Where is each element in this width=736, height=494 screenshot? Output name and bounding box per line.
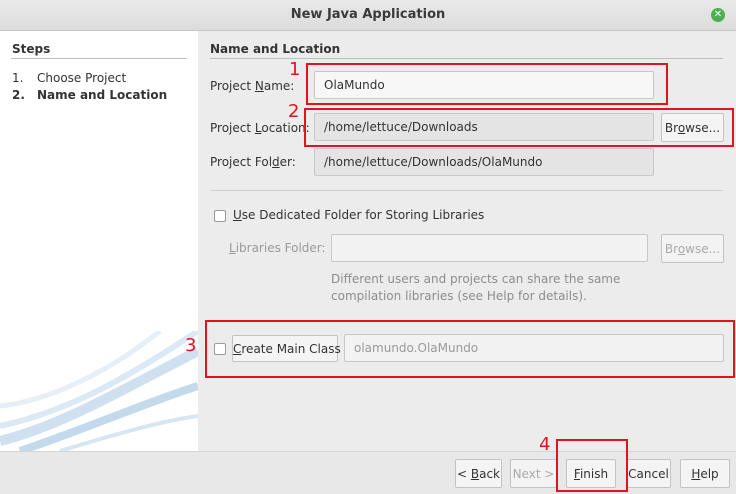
help-button[interactable]: Help <box>680 459 730 488</box>
libraries-note: Different users and projects can share t… <box>331 272 621 303</box>
annotation-number-2: 2 <box>288 101 300 122</box>
project-folder-label: Project Folder: <box>210 155 296 169</box>
section-divider <box>210 58 723 59</box>
annotation-box-3 <box>205 320 735 378</box>
dedicated-folder-label[interactable]: Use Dedicated Folder for Storing Librari… <box>233 208 484 222</box>
section-heading: Name and Location <box>210 42 341 56</box>
annotation-number-1: 1 <box>289 59 301 80</box>
step-name-and-location: 2. Name and Location <box>12 88 168 102</box>
steps-panel: Steps 1. Choose Project 2. Name and Locati… <box>0 31 198 451</box>
annotation-box-4 <box>556 439 628 492</box>
steps-divider <box>11 58 187 59</box>
back-button[interactable]: < Back <box>455 459 502 488</box>
annotation-number-3: 3 <box>185 335 197 356</box>
next-button[interactable]: Next > <box>510 459 557 488</box>
annotation-number-4: 4 <box>539 434 551 455</box>
window-title: New Java Application <box>290 7 446 22</box>
separator <box>210 190 723 191</box>
project-location-label: Project Location: <box>210 121 310 135</box>
title-bar: New Java Application ✕ <box>0 0 736 31</box>
step-choose-project: 1. Choose Project <box>12 71 127 85</box>
close-icon[interactable]: ✕ <box>711 8 725 22</box>
annotation-box-1 <box>306 63 668 105</box>
libraries-folder-label: Libraries Folder: <box>229 241 326 255</box>
project-folder-input[interactable]: /home/lettuce/Downloads/OlaMundo <box>314 148 654 176</box>
project-name-label: Project Name: <box>210 79 295 93</box>
libraries-folder-input[interactable] <box>331 234 648 262</box>
wizard-graphic <box>0 331 198 451</box>
libraries-browse-button[interactable]: Browse... <box>661 234 724 263</box>
cancel-button[interactable]: Cancel <box>626 459 671 488</box>
steps-title: Steps <box>12 42 51 56</box>
annotation-box-2 <box>304 108 734 147</box>
dedicated-folder-checkbox[interactable] <box>214 210 226 222</box>
